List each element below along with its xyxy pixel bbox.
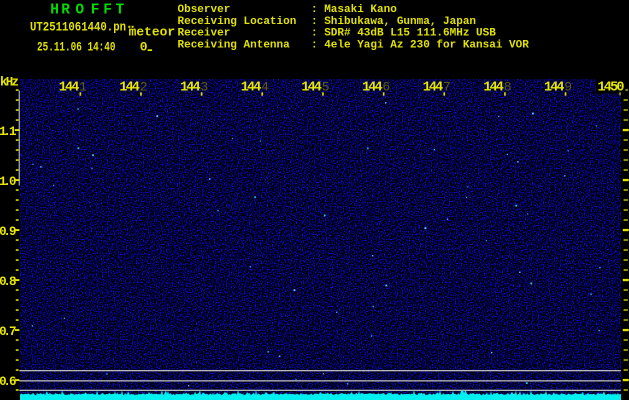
svg-text:5: 5 <box>322 80 330 95</box>
svg-text:1.0: 1.0 <box>0 175 17 189</box>
svg-text:3: 3 <box>200 80 208 95</box>
svg-text:144: 144 <box>362 81 383 96</box>
svg-text:0: 0 <box>140 39 148 54</box>
svg-text:1: 1 <box>79 80 87 95</box>
svg-text:0.6: 0.6 <box>0 375 17 389</box>
svg-text:0.9: 0.9 <box>0 225 17 239</box>
svg-text:1450: 1450 <box>598 81 625 96</box>
svg-text:1.1: 1.1 <box>0 125 17 139</box>
svg-text:144: 144 <box>483 81 504 96</box>
svg-text:144: 144 <box>544 81 565 96</box>
svg-text:144: 144 <box>423 81 444 96</box>
svg-text:4: 4 <box>261 80 269 95</box>
svg-text:: Shibukawa, Gunma, Japan: : Shibukawa, Gunma, Japan <box>311 16 476 28</box>
svg-text:0.8: 0.8 <box>0 275 17 289</box>
svg-text:8: 8 <box>504 80 512 95</box>
svg-text:meteor: meteor <box>129 25 176 40</box>
svg-text:144: 144 <box>301 81 322 96</box>
svg-text:2: 2 <box>140 80 148 95</box>
svg-text:0.7: 0.7 <box>0 325 17 339</box>
svg-text:144: 144 <box>241 81 261 96</box>
svg-text:25.11.06 14:40: 25.11.06 14:40 <box>37 39 116 54</box>
svg-text:9: 9 <box>564 80 572 95</box>
svg-text:6: 6 <box>382 80 390 95</box>
svg-text:Receiver: Receiver <box>178 28 231 40</box>
svg-text:7: 7 <box>443 80 451 95</box>
svg-text:Receiving Location: Receiving Location <box>178 16 297 28</box>
svg-text:144: 144 <box>180 81 201 96</box>
svg-text:: 4ele Yagi Az 230 for Kansai: : 4ele Yagi Az 230 for Kansai VOR <box>311 39 529 51</box>
svg-text:Receiving Antenna: Receiving Antenna <box>178 39 291 51</box>
svg-text:144: 144 <box>59 81 80 96</box>
svg-text:144: 144 <box>119 81 139 96</box>
svg-text:kHz: kHz <box>0 76 19 90</box>
svg-text:Observer: Observer <box>178 4 231 16</box>
svg-text:: SDR# 43dB L15 111.6MHz USB: : SDR# 43dB L15 111.6MHz USB <box>311 28 496 40</box>
svg-text:UT2511061440.pn: UT2511061440.pn <box>30 20 126 35</box>
svg-text:: Masaki Kano: : Masaki Kano <box>311 4 397 16</box>
